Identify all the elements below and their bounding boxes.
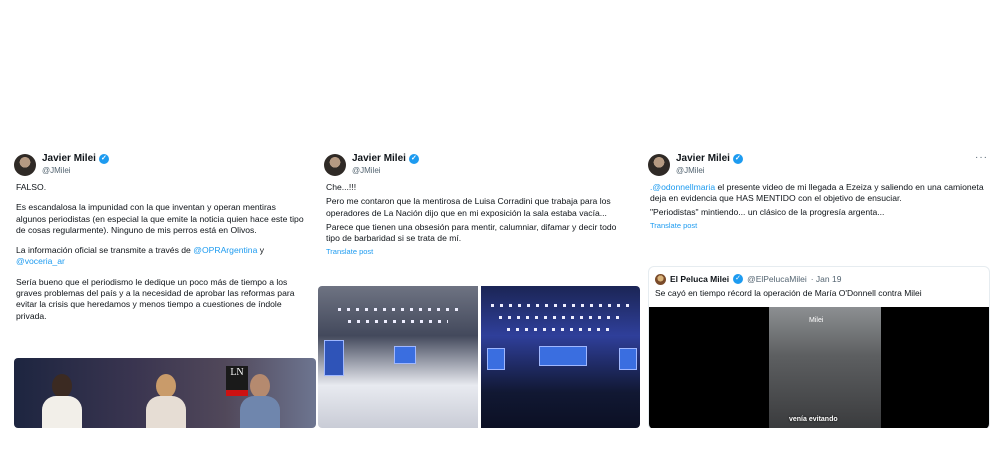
tweet-card-2[interactable]: Javier Milei ✓ @JMilei Che...!!! Pero me…	[318, 148, 640, 428]
tweet-media-gallery	[318, 286, 640, 428]
avatar[interactable]	[648, 154, 670, 176]
tweet-paragraph: Pero me contaron que la mentirosa de Lui…	[326, 196, 611, 218]
tweet-card-3[interactable]: Javier Milei ✓ @JMilei ··· .@odonnellmar…	[642, 148, 994, 428]
tweet-text: .@odonnellmaria el presente video de mi …	[642, 182, 994, 231]
quoted-avatar[interactable]	[655, 273, 666, 285]
author-name-text[interactable]: Javier Milei	[676, 153, 730, 164]
video-frame: Milei venía evitando	[769, 307, 881, 428]
quoted-author-handle[interactable]: @ElPelucaMilei	[747, 274, 807, 284]
verified-badge-icon: ✓	[733, 274, 744, 284]
tweet-header: Javier Milei ✓ @JMilei	[8, 148, 316, 182]
mention-link[interactable]: .@odonnellmaria	[650, 182, 715, 192]
channel-logo: LN	[226, 366, 248, 396]
tweet-paragraph: Sería bueno que el periodismo le dedique…	[16, 276, 295, 321]
tweet-header: Javier Milei ✓ @JMilei ···	[642, 148, 994, 182]
tweet-paragraph: "Periodistas" mintiendo... un clásico de…	[650, 206, 885, 217]
tweet-text-span: y	[257, 245, 265, 256]
translate-post-link[interactable]: Translate post	[650, 220, 986, 231]
verified-badge-icon: ✓	[98, 153, 109, 164]
tweet-paragraph: FALSO.	[16, 182, 47, 192]
avatar[interactable]	[324, 154, 346, 176]
person-figure	[142, 368, 190, 428]
mention-link[interactable]: @voceria_ar	[16, 256, 65, 266]
person-figure	[38, 368, 86, 428]
conference-photo-right[interactable]	[481, 286, 640, 428]
more-options-icon[interactable]: ···	[975, 152, 988, 163]
tweet-text-span: La información oficial se transmite a tr…	[16, 245, 194, 256]
quoted-tweet-header: El Peluca Milei ✓ @ElPelucaMilei · Jan 1…	[649, 267, 989, 287]
video-watermark: Milei	[809, 317, 824, 324]
tweet-text: FALSO. Es escandalosa la impunidad con l…	[8, 182, 316, 322]
quoted-tweet-text: Se cayó en tiempo récord la operación de…	[655, 288, 922, 298]
author-name-text[interactable]: Javier Milei	[352, 153, 406, 164]
translate-post-link[interactable]: Translate post	[326, 246, 632, 257]
tweet-paragraph: .@odonnellmaria el presente video de mi …	[650, 182, 986, 205]
tweet-paragraph: Es escandalosa la impunidad con la que i…	[16, 202, 304, 235]
video-caption: venía evitando	[789, 416, 838, 423]
tweet-media-image[interactable]: LN	[14, 358, 316, 428]
mention-link[interactable]: @OPRArgentina	[193, 245, 257, 255]
verified-badge-icon: ✓	[408, 153, 419, 164]
quoted-date: · Jan 19	[810, 274, 842, 284]
tweet-paragraph: La información oficial se transmite a tr…	[16, 245, 308, 268]
avatar[interactable]	[14, 154, 36, 176]
verified-badge-icon: ✓	[732, 153, 743, 164]
author-handle[interactable]: @JMilei	[42, 166, 71, 175]
tweet-paragraph: Che...!!!	[326, 182, 357, 192]
quoted-author-name[interactable]: El Peluca Milei	[670, 274, 729, 284]
conference-photo-left[interactable]	[318, 286, 478, 428]
author-name[interactable]: Javier Milei ✓	[352, 153, 419, 164]
author-name[interactable]: Javier Milei ✓	[676, 153, 743, 164]
tweet-text: Che...!!! Pero me contaron que la mentir…	[318, 182, 640, 258]
quoted-tweet[interactable]: El Peluca Milei ✓ @ElPelucaMilei · Jan 1…	[648, 266, 990, 428]
author-handle[interactable]: @JMilei	[676, 166, 705, 175]
tweet-card-1[interactable]: Javier Milei ✓ @JMilei FALSO. Es escanda…	[8, 148, 316, 428]
author-name[interactable]: Javier Milei ✓	[42, 153, 109, 164]
tweet-header: Javier Milei ✓ @JMilei	[318, 148, 640, 182]
author-name-text[interactable]: Javier Milei	[42, 153, 96, 164]
quoted-video-player[interactable]: Milei venía evitando	[649, 307, 989, 428]
tweet-paragraph: Parece que tienen una obsesión para ment…	[326, 221, 617, 244]
author-handle[interactable]: @JMilei	[352, 166, 381, 175]
